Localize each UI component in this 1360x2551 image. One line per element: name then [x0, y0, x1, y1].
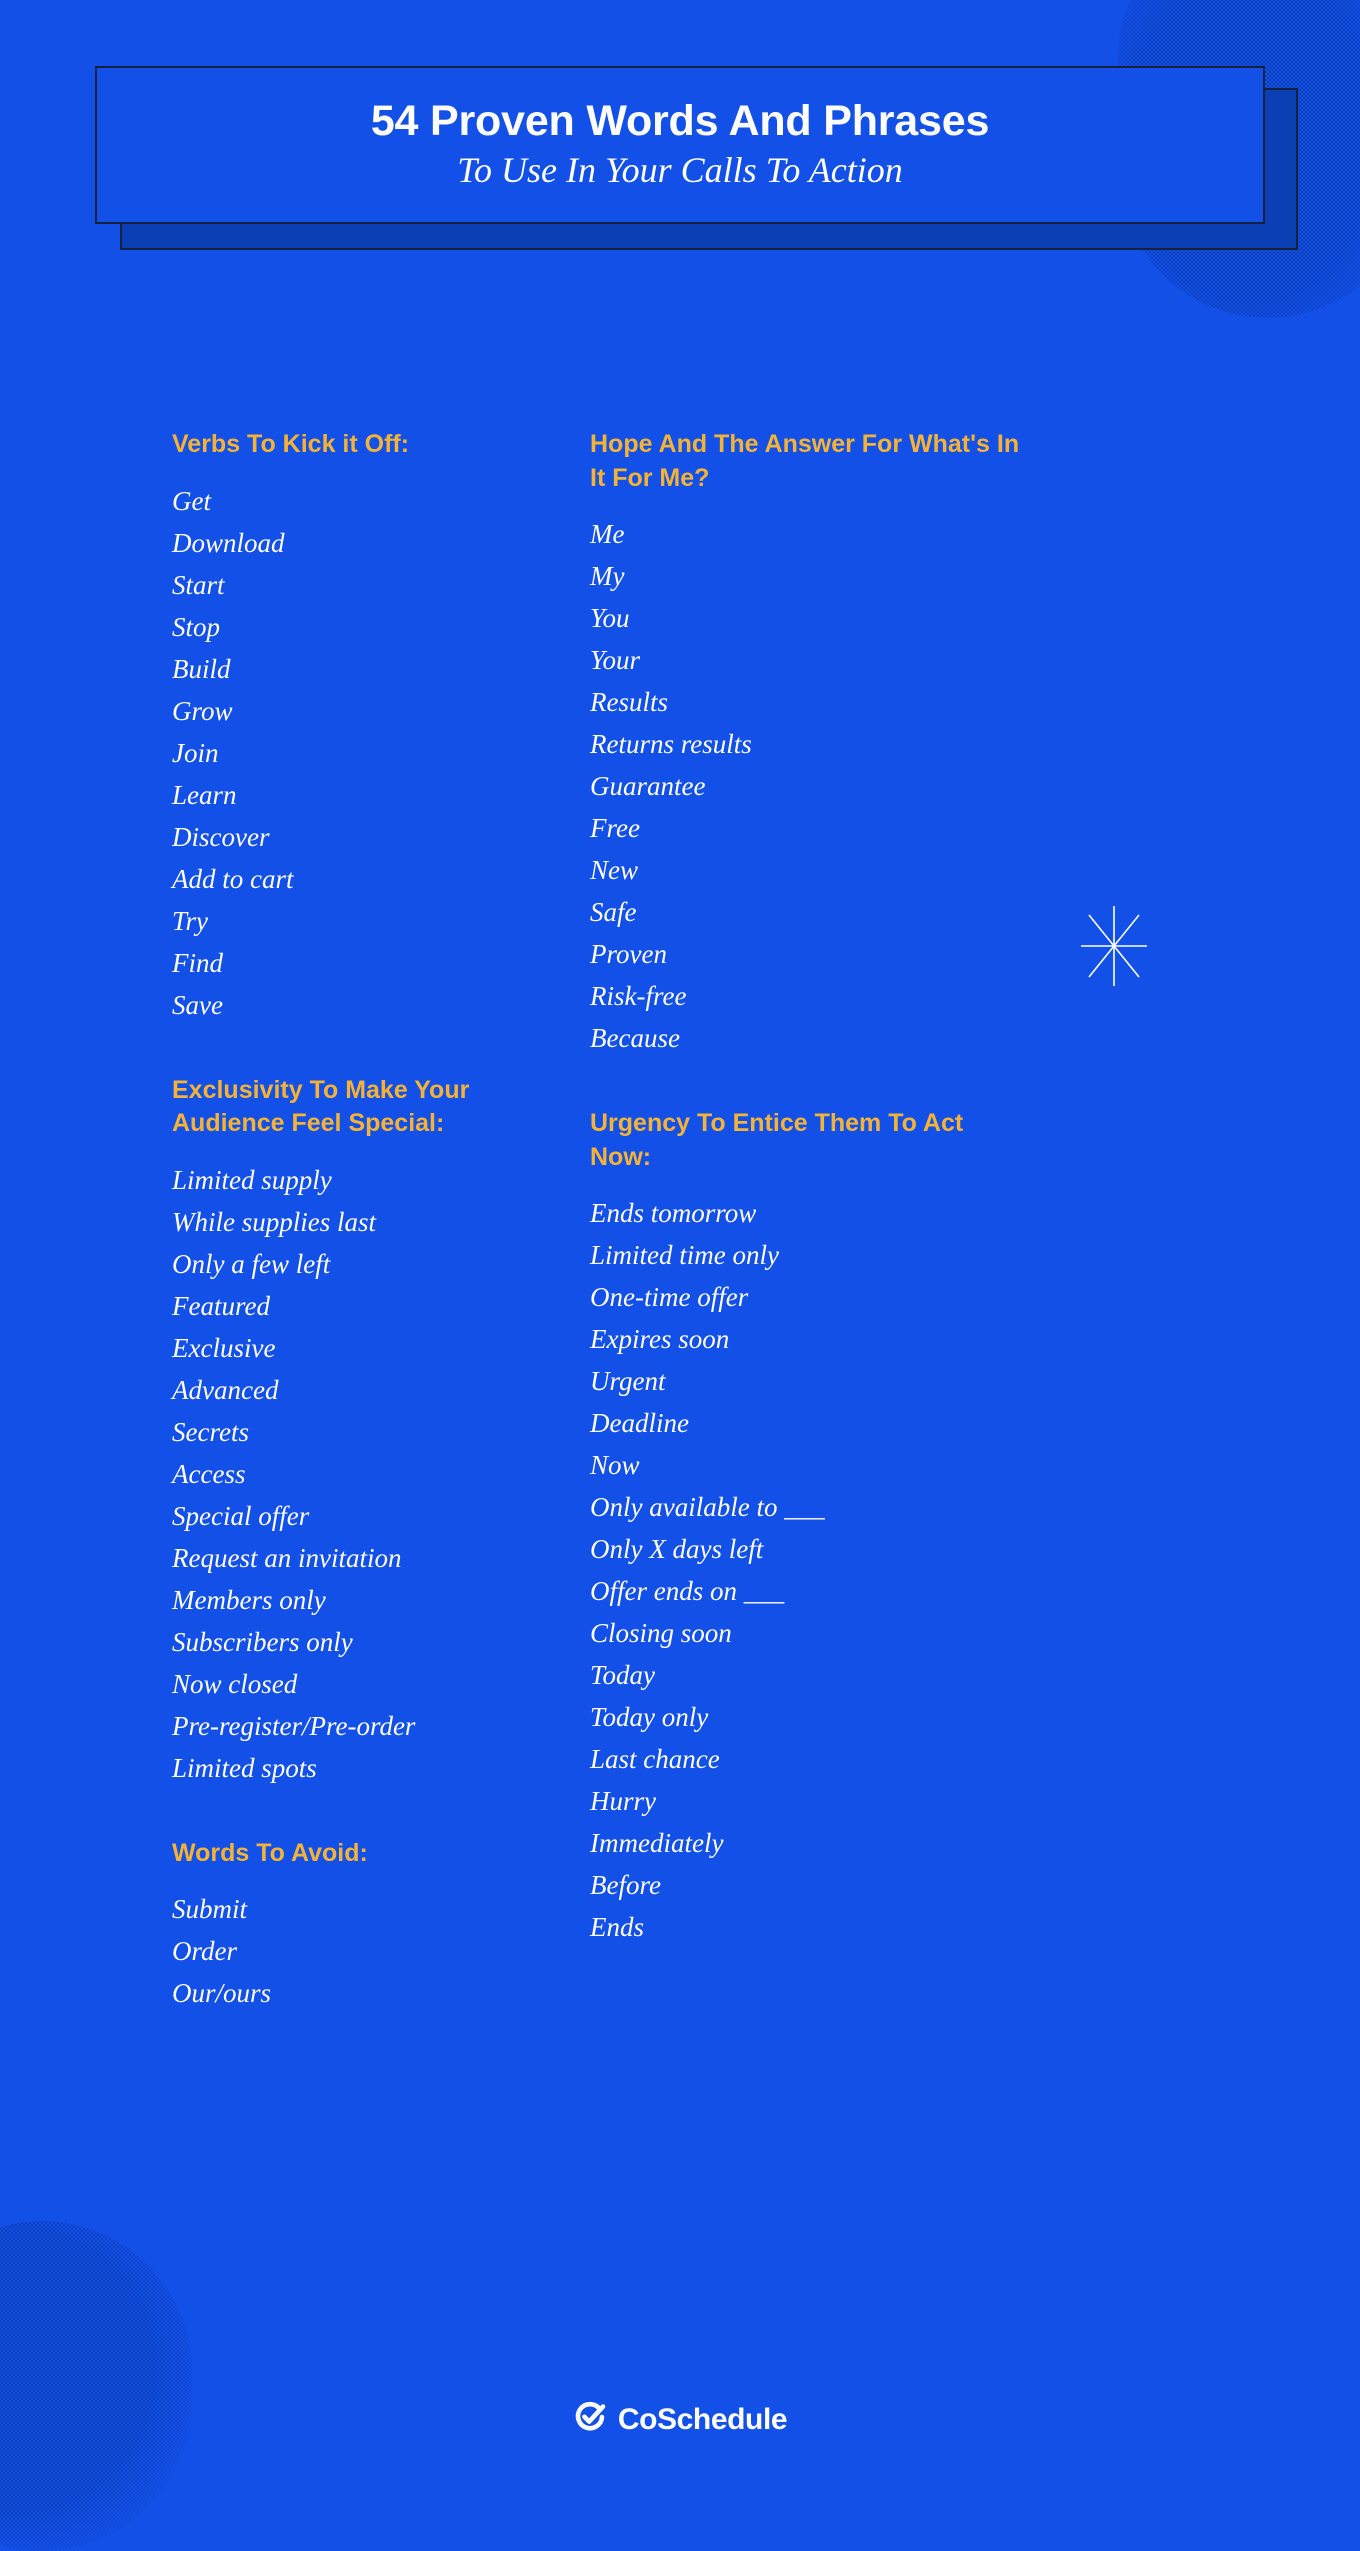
word-list-item: Only available to ___ — [590, 1492, 825, 1522]
word-list-item: Your — [590, 645, 641, 675]
page-subtitle: To Use In Your Calls To Action — [457, 150, 903, 191]
word-list-item: Now closed — [172, 1668, 298, 1699]
header-box: 54 Proven Words And Phrases To Use In Yo… — [95, 66, 1265, 224]
word-list-item: Deadline — [590, 1408, 689, 1438]
word-list-item: While supplies last — [172, 1206, 376, 1237]
word-list-item: Only X days left — [590, 1534, 764, 1564]
coschedule-wordmark: CoSchedule — [617, 2402, 788, 2436]
word-list-item: Today — [590, 1660, 656, 1690]
word-list-item: Hurry — [590, 1786, 656, 1816]
word-list-item: Start — [172, 569, 225, 600]
content-columns: Verbs To Kick it Off: Get Download Start Sto… — [0, 428, 1360, 2022]
word-list-item: Expires soon — [590, 1324, 730, 1354]
word-list-item: Order — [172, 1936, 237, 1966]
sparkle-star-icon — [1081, 906, 1147, 986]
word-list: Limited supply While supplies last Only a … — [172, 1164, 545, 1797]
column-right: Hope And The Answer For What's In It For… — [545, 428, 1360, 2022]
header: 54 Proven Words And Phrases To Use In Yo… — [0, 66, 1360, 250]
word-list-item: Because — [590, 1023, 680, 1053]
word-list-item: Limited supply — [172, 1164, 332, 1195]
word-list-item: Featured — [172, 1290, 270, 1321]
word-list-item: Limited spots — [172, 1752, 317, 1783]
word-list-item: Ends — [590, 1912, 644, 1942]
word-list-item: Add to cart — [172, 863, 294, 894]
section-heading: Words To Avoid: — [172, 1838, 368, 1867]
word-list-item: Now — [590, 1450, 640, 1480]
word-list-item: Discover — [172, 821, 270, 852]
word-list: Get Download Start Stop Build Grow Join Learn Di… — [172, 485, 545, 1034]
word-list-item: Special offer — [172, 1500, 310, 1531]
word-section: Exclusivity To Make Your Audience Feel S… — [172, 1074, 545, 1797]
word-list-item: Request an invitation — [172, 1542, 402, 1573]
word-list-item: Secrets — [172, 1416, 249, 1447]
word-list-item: Limited time only — [590, 1240, 779, 1270]
word-list-item: One-time offer — [590, 1282, 749, 1312]
word-list: Me My You Your Results Returns results Guarant… — [590, 521, 1360, 1067]
word-list-item: Advanced — [172, 1374, 279, 1405]
word-list-item: Urgent — [590, 1366, 666, 1396]
word-list-item: Risk-free — [590, 981, 687, 1011]
coschedule-check-circle-icon — [573, 2400, 607, 2439]
word-list-item: Ends tomorrow — [590, 1198, 757, 1228]
word-section: Verbs To Kick it Off: Get Download Start Sto… — [172, 428, 545, 1034]
word-list-item: Last chance — [590, 1744, 720, 1774]
word-list-item: Learn — [172, 779, 237, 810]
word-list-item: Submit — [172, 1894, 248, 1924]
section-heading: Exclusivity To Make Your Audience Feel S… — [172, 1075, 470, 1138]
word-list-item: Grow — [172, 695, 233, 726]
word-section: Hope And The Answer For What's In It For… — [590, 428, 1360, 1067]
footer: CoSchedule — [0, 2400, 1360, 2439]
word-list-item: Returns results — [590, 729, 752, 759]
word-list-item: Me — [590, 519, 625, 549]
word-list-item: Members only — [172, 1584, 326, 1615]
word-section: Words To Avoid: Submit Order Our/ours — [172, 1837, 545, 2023]
word-list-item: Offer ends on ___ — [590, 1576, 785, 1606]
word-list-item: Closing soon — [590, 1618, 732, 1648]
section-heading: Verbs To Kick it Off: — [172, 430, 410, 458]
word-list-item: Pre-register/Pre-order — [172, 1710, 416, 1741]
word-list-item: You — [590, 603, 630, 633]
word-list-item: Access — [172, 1458, 246, 1489]
word-list-item: Exclusive — [172, 1332, 276, 1363]
word-list-item: My — [590, 561, 625, 591]
word-list-item: Proven — [590, 939, 667, 969]
word-list-item: Download — [172, 527, 285, 558]
word-list-item: Find — [172, 947, 223, 978]
page-title: 54 Proven Words And Phrases — [370, 96, 990, 145]
word-list-item: Only a few left — [172, 1248, 331, 1279]
word-list-item: Try — [172, 905, 209, 936]
word-list-item: Our/ours — [172, 1978, 272, 2008]
word-list-item: New — [590, 855, 639, 885]
word-list: Ends tomorrow Limited time only One-time o… — [590, 1200, 1360, 1956]
word-section: Urgency To Entice Them To Act Now: Ends t… — [590, 1107, 1360, 1956]
section-heading: Urgency To Entice Them To Act Now: — [590, 1109, 964, 1171]
word-list-item: Today only — [590, 1702, 709, 1732]
word-list-item: Free — [590, 813, 640, 843]
word-list-item: Get — [172, 485, 211, 516]
section-heading: Hope And The Answer For What's In It For… — [590, 430, 1020, 492]
column-left: Verbs To Kick it Off: Get Download Start Sto… — [0, 428, 545, 2022]
word-list-item: Stop — [172, 611, 221, 642]
word-list-item: Save — [172, 989, 223, 1020]
texture-blob-bottom-left — [0, 2221, 192, 2551]
word-list: Submit Order Our/ours — [172, 1896, 545, 2022]
word-list-item: Join — [172, 737, 219, 768]
word-list-item: Subscribers only — [172, 1626, 353, 1657]
word-list-item: Safe — [590, 897, 637, 927]
word-list-item: Guarantee — [590, 771, 706, 801]
word-list-item: Before — [590, 1870, 661, 1900]
word-list-item: Results — [590, 687, 668, 717]
word-list-item: Immediately — [590, 1828, 724, 1858]
word-list-item: Build — [172, 653, 231, 684]
